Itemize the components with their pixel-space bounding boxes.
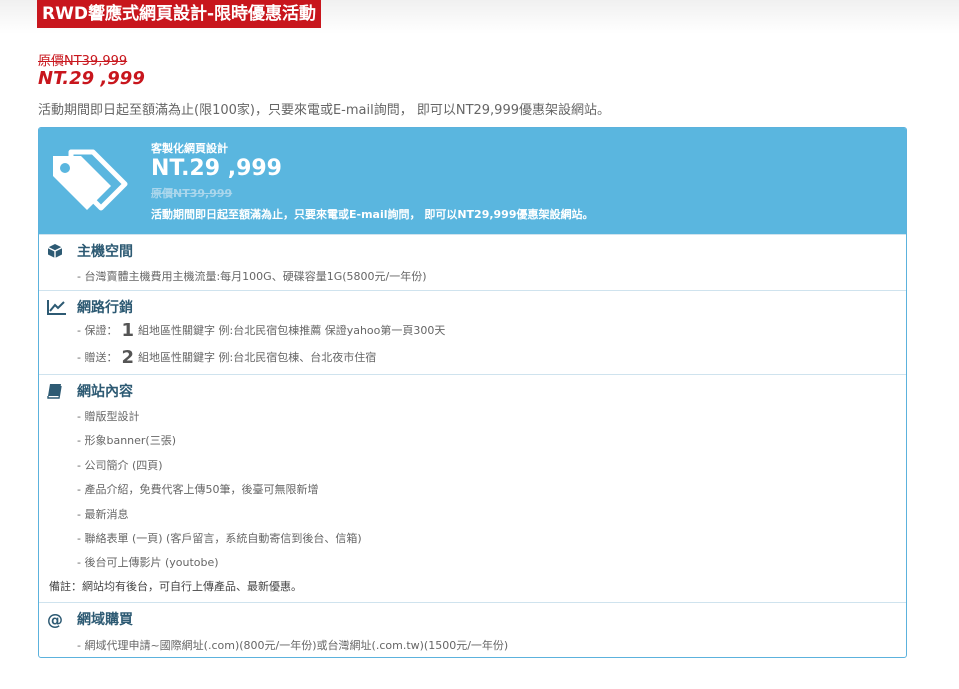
- section-title: 網路行銷: [47, 297, 133, 317]
- list-item: - 形象banner(三張): [77, 434, 177, 447]
- section-title: 主機空間: [47, 241, 133, 261]
- section-hosting: 主機空間 - 台灣賣體主機費用主機流量:每月100G、硬碟容量1G(5800元/…: [39, 234, 906, 291]
- sale-price: NT.29 ,999: [38, 68, 145, 89]
- line-chart-icon: [47, 299, 71, 315]
- card-description: 活動期間即日起至額滿為止，只要來電或E-mail詢問， 即可以NT29,999優…: [151, 208, 594, 221]
- card-label: 客製化網頁設計: [151, 142, 228, 155]
- card-price: NT.29 ,999: [151, 156, 282, 181]
- list-item: - 台灣賣體主機費用主機流量:每月100G、硬碟容量1G(5800元/一年份): [77, 270, 427, 283]
- list-item: - 保證： 1 組地區性關鍵字 例:台北民宿包棟推薦 保證yahoo第一頁300天: [77, 320, 446, 341]
- list-item: - 贈送： 2 組地區性關鍵字 例:台北民宿包棟、台北夜市住宿: [77, 347, 377, 368]
- tags-icon: [49, 148, 129, 214]
- at-icon: @: [47, 609, 63, 629]
- book-icon: [47, 383, 71, 399]
- cube-icon: [47, 243, 71, 259]
- promo-banner: RWD響應式網頁設計-限時優惠活動: [37, 0, 322, 28]
- list-item: - 聯絡表單 (一頁) (客戶留言，系統自動寄信到後台、信箱): [77, 532, 362, 545]
- list-item: - 公司簡介 (四頁): [77, 459, 163, 472]
- list-item: - 網域代理申請~國際網址(.com)(800元/一年份)或台灣網址(.com.…: [77, 639, 509, 652]
- section-domain: @ 網域購買 - 網域代理申請~國際網址(.com)(800元/一年份)或台灣網…: [39, 602, 906, 657]
- list-item: - 贈版型設計: [77, 410, 140, 423]
- card-original-price: 原價NT39,999: [151, 187, 233, 200]
- section-marketing: 網路行銷 - 保證： 1 組地區性關鍵字 例:台北民宿包棟推薦 保證yahoo第一頁…: [39, 290, 906, 375]
- pricing-card: 客製化網頁設計 NT.29 ,999 原價NT39,999 活動期間即日起至額滿…: [38, 127, 907, 658]
- list-item: - 產品介紹，免費代客上傳50筆，後臺可無限新增: [77, 483, 319, 496]
- section-title: 網站內容: [47, 381, 133, 401]
- list-item: - 最新消息: [77, 508, 129, 521]
- original-price: 原價NT39,999: [38, 54, 128, 69]
- list-item: - 後台可上傳影片 (youtobe): [77, 556, 219, 569]
- promo-description: 活動期間即日起至額滿為止(限100家)，只要來電或E-mail詢問， 即可以NT…: [38, 103, 611, 118]
- card-header: 客製化網頁設計 NT.29 ,999 原價NT39,999 活動期間即日起至額滿…: [39, 128, 906, 234]
- content-note: 備註：網站均有後台，可自行上傳產品、最新優惠。: [49, 580, 302, 593]
- section-content: 網站內容 - 贈版型設計 - 形象banner(三張) - 公司簡介 (四頁) …: [39, 374, 906, 603]
- section-title: @ 網域購買: [47, 609, 133, 629]
